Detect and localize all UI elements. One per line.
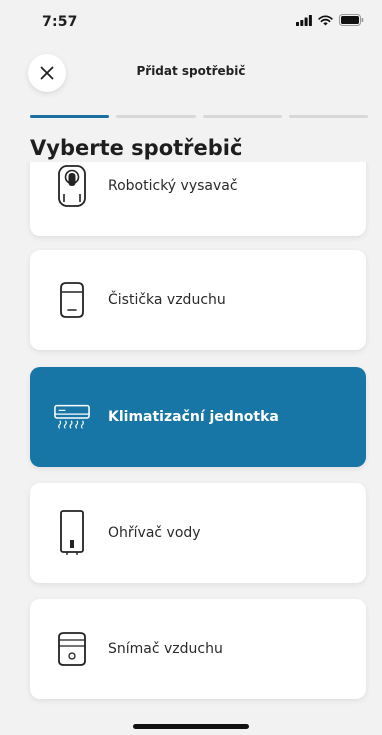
appliance-label: Ohřívač vody: [108, 525, 201, 541]
appliance-item-air-purifier[interactable]: Čistička vzduchu: [30, 250, 366, 350]
add-appliance-screen: 7:57 Přidat spotřebič Vyberte spotřebič …: [0, 0, 382, 735]
battery-icon: [339, 14, 364, 26]
status-time: 7:57: [42, 14, 78, 30]
air-purifier-icon: [54, 278, 90, 322]
page-title: Přidat spotřebič: [136, 64, 246, 78]
appliance-item-water-heater[interactable]: Ohřívač vody: [30, 483, 366, 583]
robot-vacuum-icon: [54, 164, 90, 208]
appliance-label: Klimatizační jednotka: [108, 409, 279, 425]
signal-icon: [296, 14, 312, 26]
air-sensor-icon: [54, 627, 90, 671]
progress-step: [116, 115, 196, 118]
appliance-item-air-conditioner[interactable]: Klimatizační jednotka: [30, 367, 366, 467]
air-conditioner-icon: [54, 395, 90, 439]
progress-step: [202, 115, 282, 118]
appliance-label: Čistička vzduchu: [108, 292, 226, 308]
appliance-item-air-sensor[interactable]: Snímač vzduchu: [30, 599, 366, 699]
progress-step: [30, 115, 110, 118]
appliance-label: Snímač vzduchu: [108, 641, 223, 657]
appliance-item-robot-vacuum[interactable]: Robotický vysavač: [30, 162, 366, 236]
progress-step: [288, 115, 368, 118]
appliance-label: Robotický vysavač: [108, 178, 238, 194]
status-bar: 7:57: [0, 0, 382, 44]
step-progress: [30, 115, 368, 118]
home-indicator[interactable]: [133, 724, 249, 729]
appliance-list[interactable]: Robotický vysavač Čistička vzduchu Klima…: [0, 162, 382, 707]
wifi-icon: [318, 14, 333, 25]
status-icons: [296, 14, 364, 26]
section-title: Vyberte spotřebič: [30, 136, 243, 160]
water-heater-icon: [54, 510, 90, 555]
